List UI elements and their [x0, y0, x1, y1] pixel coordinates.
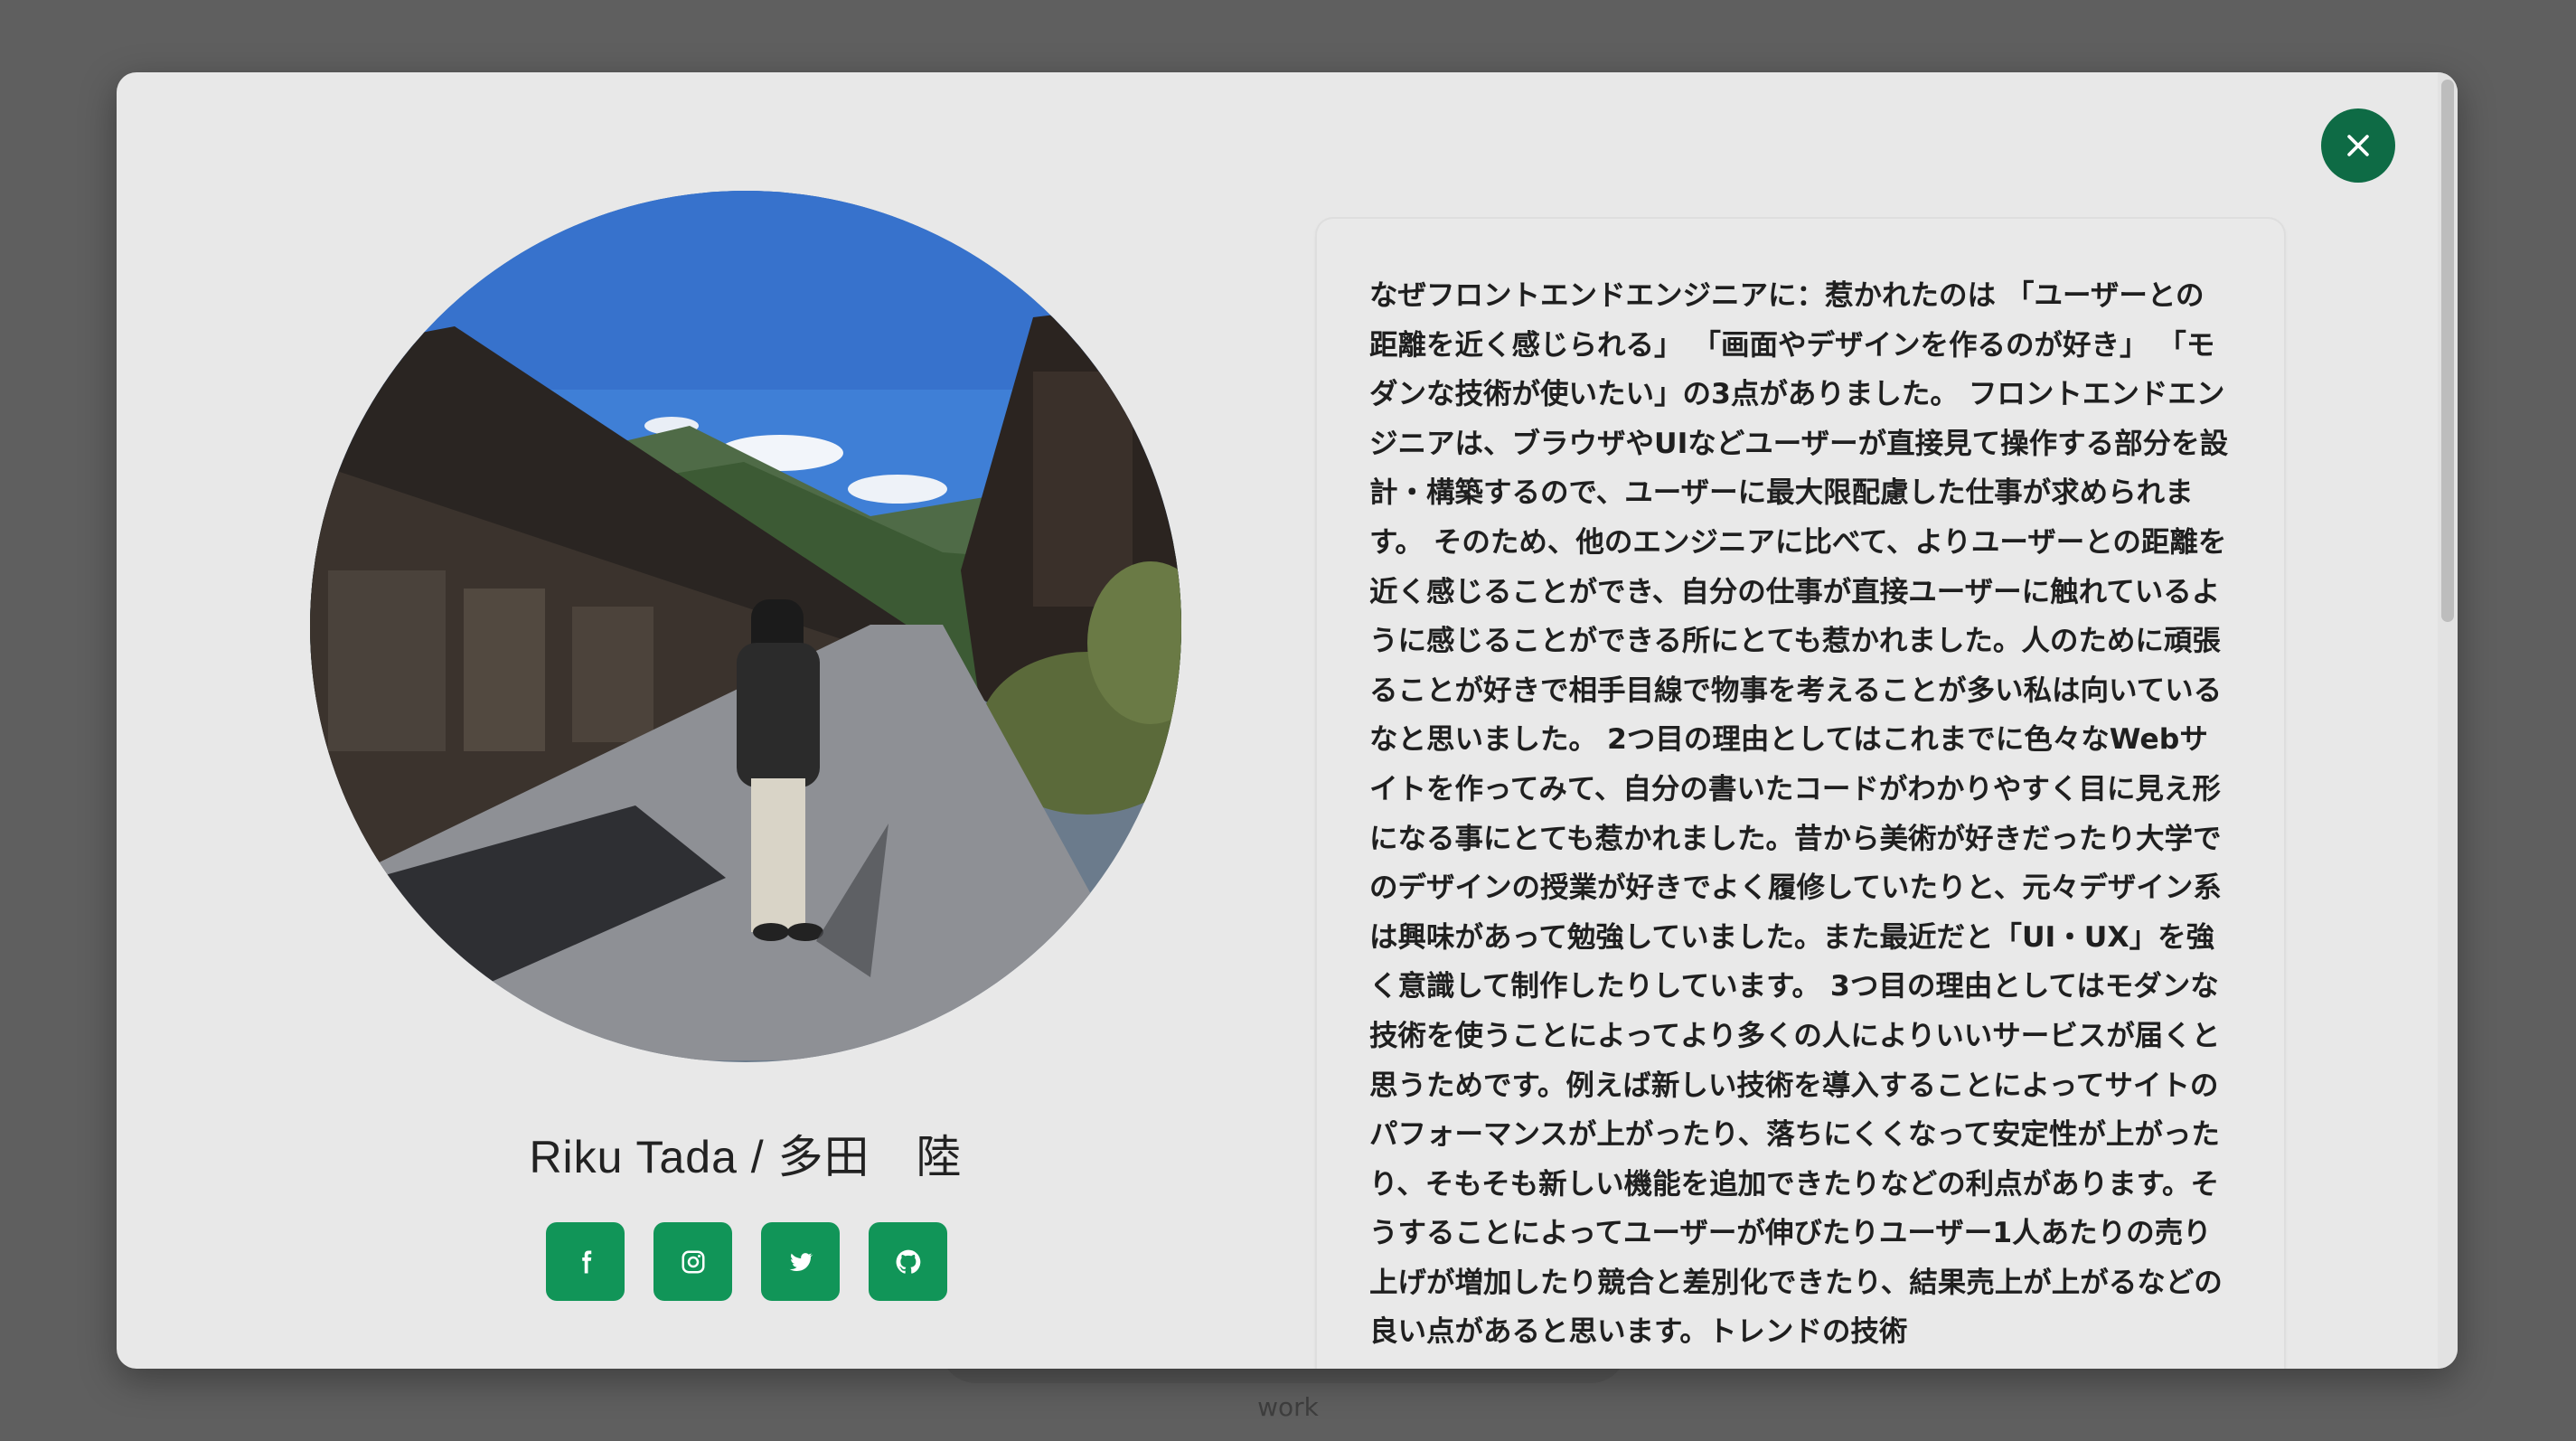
modal-scrollbar[interactable] — [2438, 72, 2458, 1369]
profile-modal: Riku Tada / 多田 陸 なぜフロントエンドエンジニアに：惹かれたのは … — [117, 72, 2458, 1369]
twitter-icon — [789, 1252, 813, 1271]
close-icon — [2347, 135, 2369, 156]
profile-photo-illustration — [310, 191, 1181, 1062]
profile-name: Riku Tada / 多田 陸 — [529, 1132, 963, 1182]
social-links — [546, 1222, 947, 1301]
facebook-button[interactable] — [546, 1222, 625, 1301]
twitter-button[interactable] — [761, 1222, 840, 1301]
github-button[interactable] — [869, 1222, 947, 1301]
modal-scrollbar-thumb[interactable] — [2441, 80, 2454, 622]
intro-text-card: なぜフロントエンドエンジニアに：惹かれたのは 「ユーザーとの距離を近く感じられる… — [1317, 219, 2284, 1369]
profile-photo — [310, 191, 1181, 1062]
backdrop-nav-label[interactable]: work — [0, 1392, 2576, 1422]
intro-text: なぜフロントエンドエンジニアに：惹かれたのは 「ユーザーとの距離を近く感じられる… — [1369, 279, 2229, 1349]
close-button[interactable] — [2321, 108, 2395, 183]
profile-column: Riku Tada / 多田 陸 — [117, 72, 1382, 1369]
facebook-icon — [581, 1250, 591, 1273]
instagram-button[interactable] — [653, 1222, 732, 1301]
instagram-icon — [682, 1250, 704, 1273]
github-icon — [896, 1249, 920, 1274]
